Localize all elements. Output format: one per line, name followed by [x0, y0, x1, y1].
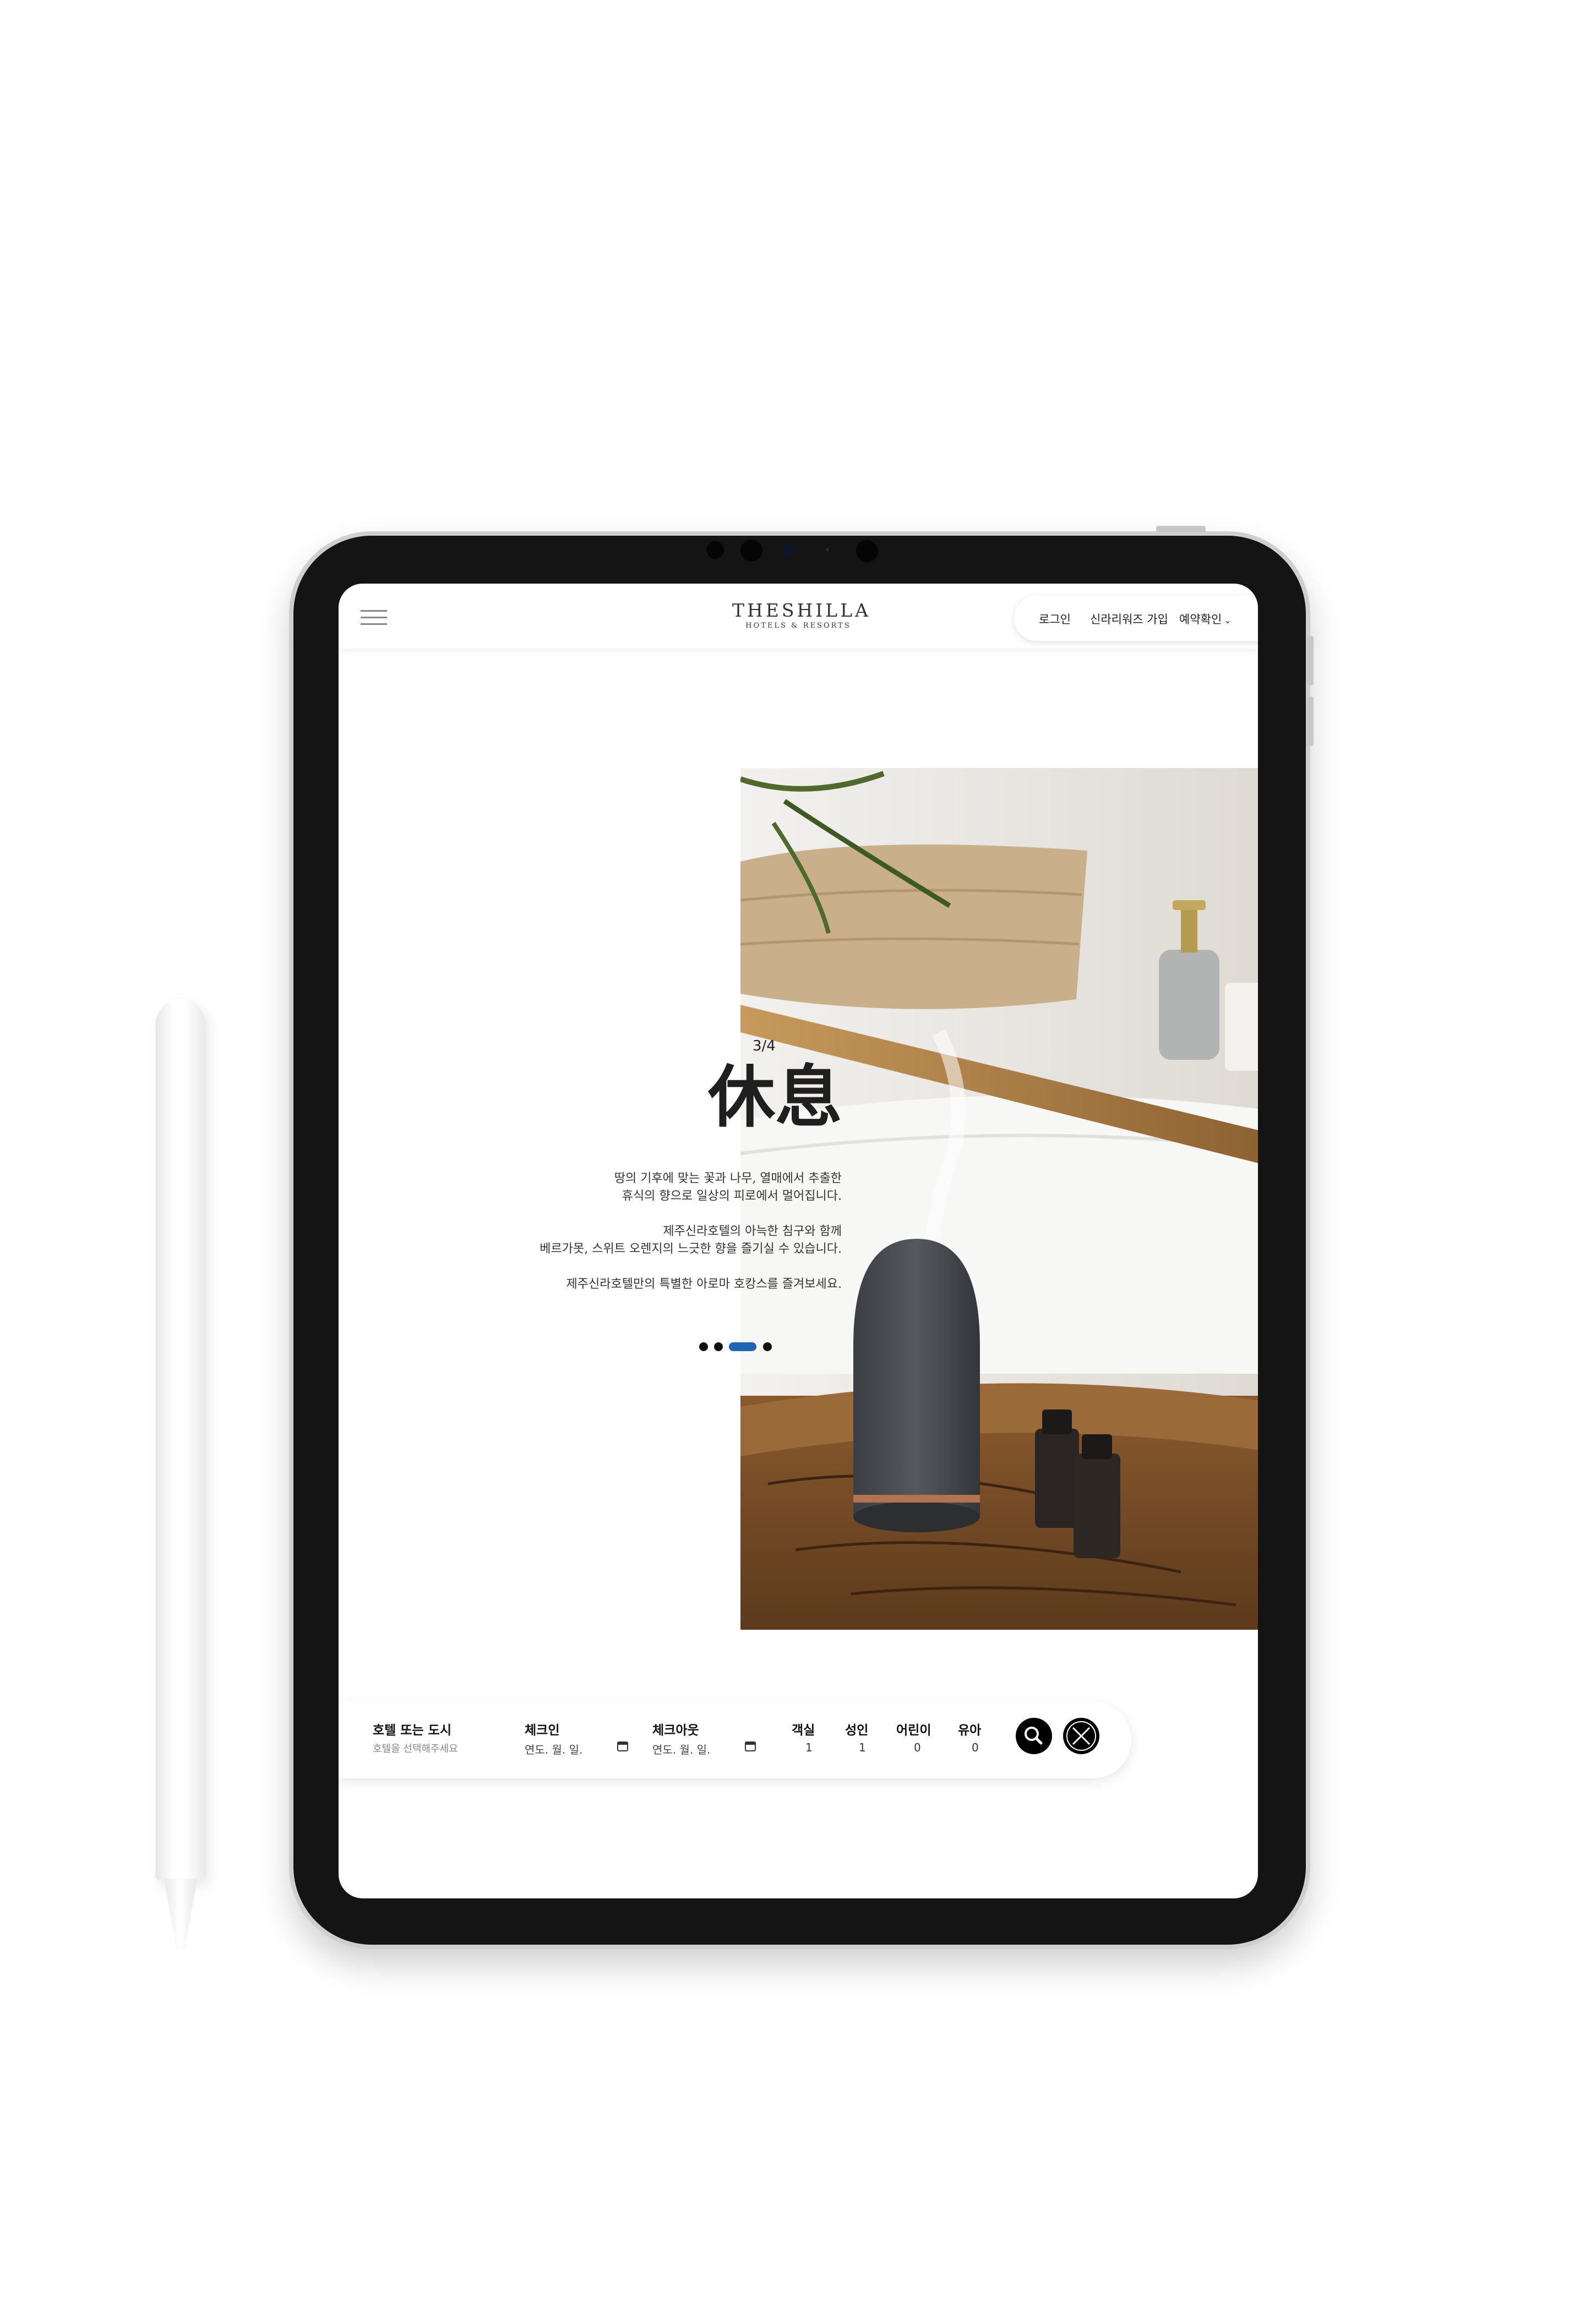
- description-line: 제주신라호텔만의 특별한 아로마 호캉스를 즐겨보세요.: [566, 1277, 842, 1291]
- slide-dot-4[interactable]: [763, 1342, 772, 1351]
- close-button[interactable]: [1063, 1718, 1099, 1754]
- camera-sensor: [706, 541, 724, 559]
- slide-dot-3-active[interactable]: [729, 1342, 756, 1351]
- description-line: 제주신라호텔의 아늑한 침구와 함께: [663, 1224, 842, 1238]
- checkin-date-input[interactable]: 연도. 월. 일.: [525, 1741, 582, 1757]
- power-button: [1156, 526, 1206, 532]
- adults-label: 성인: [845, 1723, 869, 1738]
- adults-count[interactable]: 1: [859, 1741, 866, 1754]
- rooms-label: 객실: [792, 1723, 815, 1738]
- hotel-select-field[interactable]: 호텔을 선택해주세요: [373, 1741, 458, 1755]
- slide-counter: 3/4: [753, 1038, 776, 1054]
- camera-sensor: [856, 540, 878, 562]
- front-camera: [783, 545, 794, 556]
- camera-sensor: [826, 548, 829, 551]
- brand-logo[interactable]: THESHILLA HOTELS & RESORTS: [732, 600, 871, 631]
- volume-button: [1307, 636, 1314, 685]
- screen: THESHILLA HOTELS & RESORTS 로그인 신라리워즈 가입 …: [339, 584, 1258, 1898]
- description-line: 베르가못, 스위트 오렌지의 느긋한 향을 즐기실 수 있습니다.: [540, 1242, 842, 1256]
- join-link[interactable]: 신라리워즈 가입: [1090, 611, 1168, 627]
- logo-subtitle: HOTELS & RESORTS: [745, 622, 851, 630]
- reservation-check-label: 예약확인: [1179, 613, 1222, 626]
- stylus-pencil: [156, 999, 205, 1880]
- calendar-icon[interactable]: [744, 1740, 756, 1752]
- checkin-label: 체크인: [525, 1723, 560, 1738]
- slide-dot-2[interactable]: [714, 1342, 723, 1351]
- slide-dot-1[interactable]: [699, 1342, 708, 1351]
- children-count[interactable]: 0: [914, 1741, 921, 1754]
- hamburger-menu-icon[interactable]: [361, 610, 387, 627]
- children-label: 어린이: [896, 1723, 931, 1738]
- description-paragraph: 땅의 기후에 맞는 꽃과 나무, 열매에서 추출한 휴식의 향으로 일상의 피로…: [416, 1170, 842, 1205]
- close-icon: [1066, 1721, 1096, 1751]
- hero-title: 休息: [708, 1057, 842, 1136]
- description-paragraph: 제주신라호텔만의 특별한 아로마 호캉스를 즐겨보세요.: [416, 1276, 842, 1293]
- description-line: 휴식의 향으로 일상의 피로에서 멀어집니다.: [622, 1189, 842, 1203]
- rooms-count[interactable]: 1: [805, 1741, 813, 1754]
- booking-search-bar: [339, 1701, 1131, 1778]
- search-icon: [1025, 1727, 1043, 1745]
- hero-description: 땅의 기후에 맞는 꽃과 나무, 열매에서 추출한 휴식의 향으로 일상의 피로…: [416, 1170, 842, 1311]
- infants-count[interactable]: 0: [972, 1741, 979, 1754]
- description-paragraph: 제주신라호텔의 아늑한 침구와 함께 베르가못, 스위트 오렌지의 느긋한 향을…: [416, 1223, 842, 1258]
- reservation-check-dropdown[interactable]: 예약확인 ⌄: [1179, 611, 1232, 627]
- camera-sensor: [740, 540, 762, 562]
- volume-button: [1307, 696, 1314, 746]
- login-link[interactable]: 로그인: [1039, 611, 1071, 627]
- checkout-date-input[interactable]: 연도. 월. 일.: [652, 1741, 710, 1757]
- description-line: 땅의 기후에 맞는 꽃과 나무, 열매에서 추출한: [614, 1172, 842, 1185]
- hotel-city-label: 호텔 또는 도시: [373, 1723, 451, 1738]
- logo-wordmark: THESHILLA: [732, 600, 871, 621]
- infants-label: 유아: [958, 1723, 982, 1738]
- search-button[interactable]: [1016, 1718, 1052, 1754]
- calendar-icon[interactable]: [617, 1740, 629, 1752]
- checkout-label: 체크아웃: [652, 1723, 699, 1738]
- stylus-tip: [164, 1879, 197, 1950]
- utility-nav: 로그인 신라리워즈 가입 예약확인 ⌄: [1014, 596, 1258, 641]
- chevron-down-icon: ⌄: [1224, 615, 1232, 625]
